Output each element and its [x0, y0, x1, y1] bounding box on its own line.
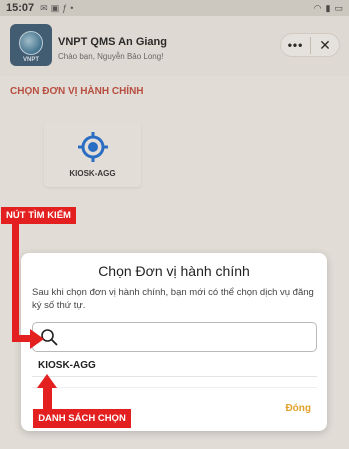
annotation-arrow-shaft-horizontal: [12, 335, 32, 342]
annotation-arrow-head-right: [30, 329, 44, 349]
annotation-arrow-shaft-up: [43, 386, 52, 410]
annotation-list: DANH SÁCH CHỌN: [33, 409, 131, 428]
search-input[interactable]: [63, 327, 308, 347]
select-unit-dialog: Chọn Đơn vị hành chính Sau khi chọn đơn …: [21, 253, 327, 431]
annotation-arrow-head-up: [37, 374, 57, 388]
divider: [32, 387, 317, 388]
dialog-title: Chọn Đơn vị hành chính: [98, 263, 250, 279]
dialog-description: Sau khi chọn đơn vị hành chính, bạn mới …: [32, 287, 314, 311]
search-box[interactable]: [32, 322, 317, 352]
annotation-arrow-shaft-vertical: [12, 224, 19, 342]
close-button[interactable]: Đóng: [285, 403, 311, 414]
annotation-search-button: NÚT TÌM KIẾM: [1, 207, 76, 224]
list-item[interactable]: KIOSK-AGG: [32, 355, 317, 377]
